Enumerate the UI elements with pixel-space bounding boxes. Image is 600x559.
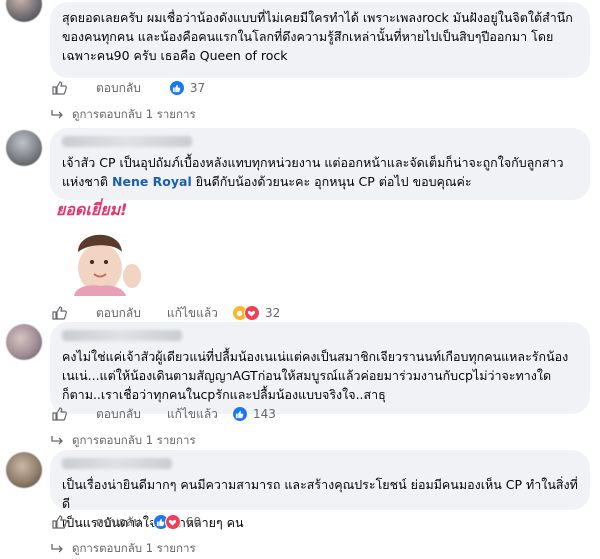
reply-arrow-icon <box>51 110 63 119</box>
comment-text: เจ้าสัว CP เป็นอุปถัมภ์เบื้องหลังแทบทุกห… <box>62 155 564 189</box>
reply-button[interactable]: ตอบกลับ <box>96 513 141 532</box>
comment-actions: ตอบกลับ แก้ไขแล้ว 32 <box>50 303 280 323</box>
thumbs-up-icon <box>52 81 67 95</box>
reactions[interactable]: 32 <box>231 305 281 321</box>
sticker: ยอดเยี่ยม! <box>50 200 162 296</box>
comment-bubble: สุดยอดเลยครับ ผมเชื่อว่าน้องดังแบบที่ไม่… <box>50 2 590 78</box>
like-button[interactable] <box>50 513 68 531</box>
like-button[interactable] <box>50 405 68 423</box>
reaction-count: 32 <box>264 306 281 320</box>
view-replies-label: ดูการตอบกลับ 1 รายการ <box>72 541 196 555</box>
thumbs-up-icon <box>52 515 67 529</box>
reply-arrow-icon <box>51 436 63 445</box>
comment-bubble: เจ้าสัว CP เป็นอุปถัมภ์เบื้องหลังแทบทุกห… <box>50 128 590 200</box>
view-replies-label: ดูการตอบกลับ 1 รายการ <box>72 433 196 447</box>
reaction-count: 37 <box>189 81 206 95</box>
reactions[interactable]: 143 <box>231 406 276 422</box>
like-reaction-icon <box>231 406 248 422</box>
reactions[interactable]: 60 <box>152 514 202 530</box>
like-reaction-icon <box>168 80 185 96</box>
mention-link[interactable]: Nene Royal <box>112 174 192 189</box>
comment-bubble: เป็นเรื่องน่ายินดีมากๆ คนมีความสามารถ แล… <box>50 450 590 530</box>
thumbs-up-icon <box>52 306 67 320</box>
thumbs-up-icon <box>52 407 67 421</box>
comment-actions: ตอบกลับ 37 <box>50 78 205 98</box>
reaction-count: 143 <box>252 407 276 421</box>
love-reaction-icon <box>164 514 181 530</box>
love-reaction-icon <box>243 305 260 321</box>
view-replies-link[interactable]: ดูการตอบกลับ 1 รายการ <box>50 432 196 450</box>
reaction-count: 60 <box>185 515 202 529</box>
commenter-name-redacted <box>62 136 192 147</box>
comment-text: คงไม่ใช่แค่เจ้าสัวผู้เดียวแน่ที่ปลื้มน้อ… <box>62 349 569 402</box>
view-replies-link[interactable]: ดูการตอบกลับ 1 รายการ <box>50 540 196 558</box>
edited-label: แก้ไขแล้ว <box>166 406 218 421</box>
comment-bubble: คงไม่ใช่แค่เจ้าสัวผู้เดียวแน่ที่ปลื้มน้อ… <box>50 322 590 414</box>
reply-arrow-icon <box>51 544 63 553</box>
commenter-name-redacted <box>62 330 182 341</box>
comment-text: สุดยอดเลยครับ ผมเชื่อว่าน้องดังแบบที่ไม่… <box>62 10 573 63</box>
view-replies-link[interactable]: ดูการตอบกลับ 1 รายการ <box>50 106 196 124</box>
comment-actions: ตอบกลับ 60 <box>50 512 201 532</box>
sticker-text: ยอดเยี่ยม! <box>56 200 128 219</box>
edited-label: แก้ไขแล้ว <box>166 305 218 320</box>
avatar[interactable] <box>6 0 42 22</box>
avatar[interactable] <box>6 452 42 488</box>
avatar[interactable] <box>6 130 42 166</box>
commenter-name-redacted <box>62 458 172 469</box>
like-button[interactable] <box>50 304 68 322</box>
reply-button[interactable]: ตอบกลับ <box>96 79 141 98</box>
view-replies-label: ดูการตอบกลับ 1 รายการ <box>72 107 196 121</box>
reply-button[interactable]: ตอบกลับ <box>96 405 141 424</box>
reply-button[interactable]: ตอบกลับ <box>96 304 141 323</box>
avatar[interactable] <box>6 324 42 360</box>
reactions[interactable]: 37 <box>168 80 206 96</box>
like-button[interactable] <box>50 79 68 97</box>
comment-actions-row: ตอบกลับ แก้ไขแล้ว 143 <box>50 404 276 424</box>
